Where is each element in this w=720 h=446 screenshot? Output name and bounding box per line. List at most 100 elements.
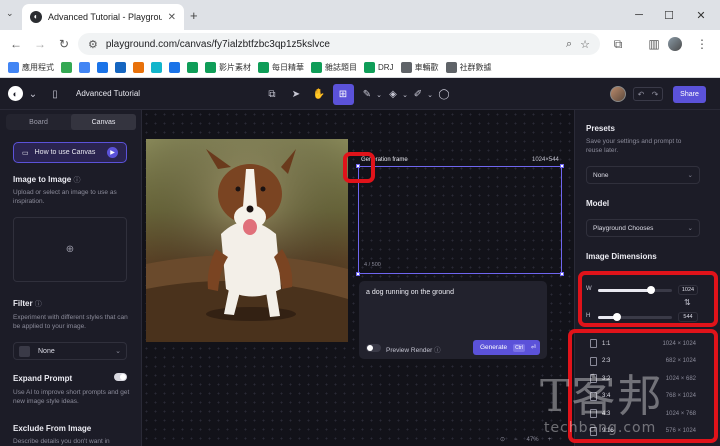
frame-handle-bl[interactable] — [356, 272, 360, 276]
prompt-input[interactable]: a dog running on the ground — [366, 289, 454, 296]
play-icon: ▶ — [107, 147, 118, 158]
browser-tab[interactable]: ◐ Advanced Tutorial - Playgrou ✕ — [22, 4, 184, 30]
generation-frame[interactable] — [358, 166, 562, 274]
bookmark-item[interactable]: 雜誌題目 — [311, 62, 357, 73]
project-name[interactable]: Advanced Tutorial — [76, 89, 140, 98]
sidebar-icon[interactable]: ▥ — [646, 36, 662, 52]
info-icon[interactable]: ⓘ — [434, 347, 441, 354]
techbang-watermark: T客邦 techbang.com — [540, 360, 720, 446]
undo-icon[interactable]: ↶ — [638, 90, 645, 99]
extensions-icon[interactable]: ⧉ — [610, 36, 626, 52]
preview-render-toggle[interactable] — [366, 344, 381, 352]
tab-board[interactable]: Board — [6, 114, 71, 130]
dog-photo — [146, 139, 348, 342]
bookmark-icon — [133, 62, 144, 73]
zoom-out-icon[interactable]: − — [514, 437, 518, 443]
bookmark-star-icon[interactable]: ☆ — [580, 38, 590, 51]
watermark-url-text: techbang.com — [544, 420, 657, 436]
bookmarks-bar: 應用程式 影片素材 每日精華 雜誌題目 DRJ 車輛歡 社群數據 — [0, 58, 720, 78]
undo-redo-group: ↶ ↷ — [633, 87, 663, 101]
brush-chevron-icon[interactable]: ⌄ — [372, 88, 386, 101]
playground-logo-icon[interactable]: ◐ — [8, 86, 23, 101]
bookmark-item[interactable]: 影片素材 — [205, 62, 251, 73]
zoom-search-icon[interactable]: ⌕ — [566, 38, 572, 51]
bookmark-item[interactable]: 應用程式 — [8, 62, 54, 73]
watermark-logo-text: T客邦 — [540, 371, 664, 422]
reload-icon[interactable]: ↻ — [56, 36, 72, 52]
tab-canvas[interactable]: Canvas — [71, 114, 136, 130]
bookmark-item[interactable] — [169, 62, 180, 73]
maximize-button[interactable]: ☐ — [660, 6, 678, 24]
chevron-down-icon: ⌄ — [115, 348, 121, 355]
bookmark-icon — [400, 62, 412, 73]
bookmark-item[interactable] — [187, 62, 198, 73]
bookmark-item[interactable]: DRJ — [364, 62, 394, 73]
panel-toggle-icon[interactable]: ▯ — [48, 88, 62, 101]
image-to-image-desc: Upload or select an image to use as insp… — [13, 189, 117, 205]
new-tab-button[interactable]: + — [190, 8, 198, 23]
image-upload-tool-icon[interactable]: ⧉ — [265, 88, 279, 101]
close-tab-icon[interactable]: ✕ — [168, 12, 176, 23]
filter-label: Filter — [13, 299, 33, 308]
eraser-chevron-icon[interactable]: ⌄ — [398, 88, 412, 101]
forward-icon[interactable]: → — [32, 36, 48, 52]
filter-select[interactable]: None ⌄ — [13, 342, 127, 360]
info-icon[interactable]: ⓘ — [35, 301, 42, 308]
filter-thumb-icon — [19, 345, 30, 357]
bookmark-label: 每日精華 — [272, 63, 304, 72]
bookmark-item[interactable]: 車輛歡 — [400, 62, 439, 73]
bookmark-item[interactable]: 社群數據 — [445, 62, 492, 73]
image-drop-zone[interactable]: ⊕ — [13, 217, 127, 282]
fit-screen-icon[interactable]: ⊙ — [500, 436, 505, 443]
dog-running-image[interactable] — [146, 139, 348, 342]
filter-desc: Experiment with different styles that ca… — [13, 314, 128, 330]
browser-tab-title: Advanced Tutorial - Playgrou — [48, 12, 162, 22]
menu-icon[interactable]: ⋮ — [694, 36, 710, 52]
share-button[interactable]: Share — [673, 86, 706, 103]
how-to-use-canvas-button[interactable]: ▭ How to use Canvas ▶ — [13, 142, 127, 163]
bookmark-item[interactable] — [79, 62, 90, 73]
image-to-image-label: Image to Image — [13, 175, 72, 184]
comment-tool-icon[interactable]: ◯ — [437, 88, 451, 101]
tab-search-icon[interactable]: ⌄ — [6, 8, 18, 20]
frame-handle-tr[interactable] — [560, 164, 564, 168]
chevron-down-icon: ⌄ — [687, 172, 693, 179]
bookmark-icon — [79, 62, 90, 73]
bookmark-item[interactable] — [115, 62, 126, 73]
profile-avatar[interactable] — [668, 37, 682, 51]
bookmark-item[interactable] — [151, 62, 162, 73]
bookmark-item[interactable] — [133, 62, 144, 73]
bookmark-icon — [311, 62, 322, 73]
expand-prompt-toggle[interactable] — [114, 373, 127, 381]
zoom-level[interactable]: 47% — [527, 437, 539, 443]
back-icon[interactable]: ← — [8, 36, 24, 52]
playground-favicon-icon: ◐ — [30, 11, 42, 23]
image-to-image-title: Image to Image ⓘ — [13, 175, 80, 185]
model-title: Model — [586, 199, 610, 208]
frame-handle-br[interactable] — [560, 272, 564, 276]
hand-tool-icon[interactable]: ✋ — [312, 88, 326, 101]
bookmark-item[interactable] — [61, 62, 72, 73]
prompt-char-count: 4 / 500 — [364, 262, 381, 268]
close-window-button[interactable]: ✕ — [692, 6, 710, 24]
user-avatar[interactable] — [610, 86, 626, 102]
bookmark-item[interactable]: 每日精華 — [258, 62, 304, 73]
address-bar[interactable]: ⚙ playground.com/canvas/fy7ialzbtfzbc3qp… — [78, 33, 600, 55]
model-select[interactable]: Playground Chooses ⌄ — [586, 219, 700, 237]
logo-menu-chevron-icon[interactable]: ⌄ — [26, 88, 40, 101]
filter-value: None — [38, 347, 55, 355]
info-icon[interactable]: ⓘ — [73, 177, 80, 184]
highlight-frame-handle — [343, 152, 375, 183]
bookmark-icon — [169, 62, 180, 73]
minimize-button[interactable]: ─ — [630, 6, 648, 24]
pen-chevron-icon[interactable]: ⌄ — [423, 88, 437, 101]
bookmark-icon — [258, 62, 269, 73]
generate-button[interactable]: Generate Ctrl ⏎ — [473, 340, 540, 355]
bookmark-icon — [97, 62, 108, 73]
site-settings-icon[interactable]: ⚙ — [88, 38, 98, 51]
select-tool-icon[interactable]: ➤ — [289, 88, 303, 101]
bookmark-item[interactable] — [97, 62, 108, 73]
redo-icon[interactable]: ↷ — [652, 90, 659, 99]
presets-select[interactable]: None ⌄ — [586, 166, 700, 184]
expand-prompt-title: Expand Prompt — [13, 374, 73, 383]
